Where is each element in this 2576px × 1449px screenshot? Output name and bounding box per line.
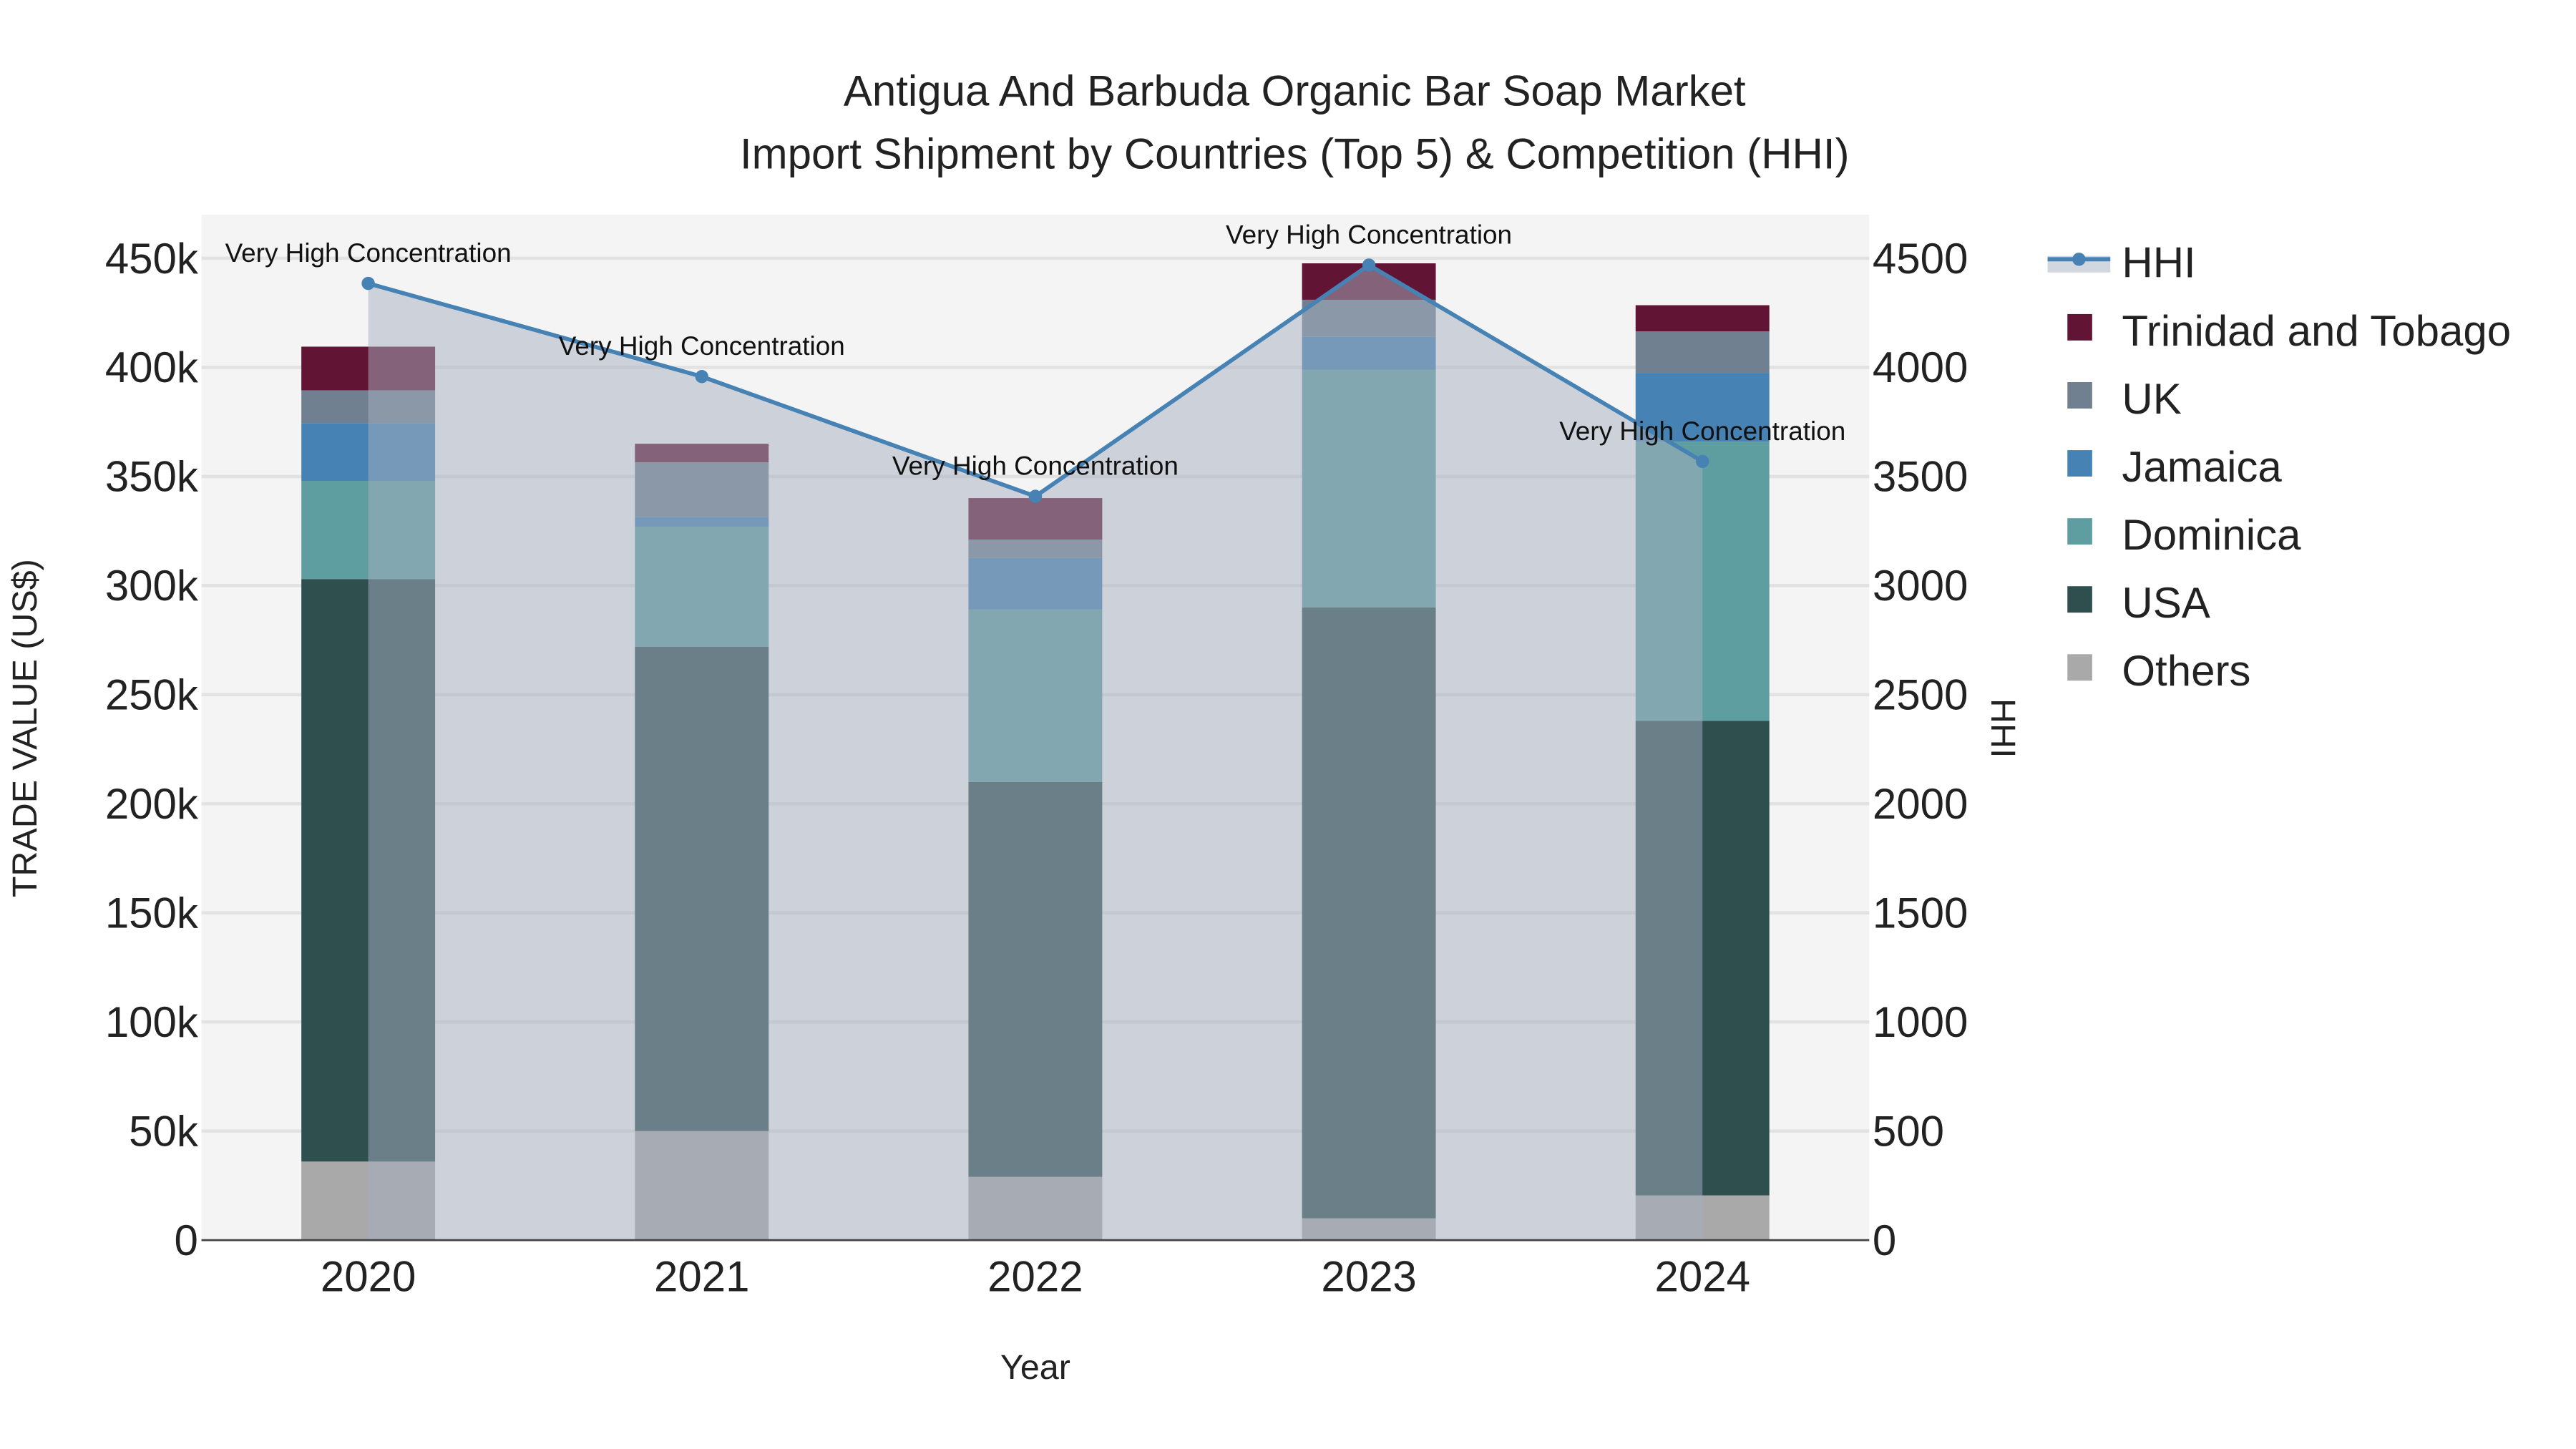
legend-label: USA [2122, 579, 2210, 627]
legend-swatch-uk [2067, 382, 2092, 409]
legend-label: UK [2122, 375, 2181, 423]
hhi-annotation: Very High Concentration [1226, 220, 1512, 249]
y2-tick-label: 4500 [1873, 235, 1968, 283]
hhi-point-2021 [695, 370, 708, 384]
y2-axis-title: HHI [1984, 698, 2022, 758]
chart-title-line2: Import Shipment by Countries (Top 5) & C… [740, 130, 1850, 177]
x-tick-label: 2022 [987, 1253, 1083, 1301]
y2-tick-label: 500 [1873, 1107, 1944, 1155]
legend-swatch-usa [2067, 586, 2092, 613]
hhi-point-2020 [361, 276, 375, 291]
x-tick-label: 2021 [654, 1253, 749, 1301]
legend-swatch-others [2067, 654, 2092, 681]
y-tick-label: 300k [105, 562, 199, 610]
hhi-annotation: Very High Concentration [559, 331, 845, 361]
chart-title-line1: Antigua And Barbuda Organic Bar Soap Mar… [844, 67, 1746, 115]
y-axis-title: TRADE VALUE (US$) [6, 559, 44, 897]
y2-tick-label: 4000 [1873, 343, 1968, 391]
y2-tick-label: 1000 [1873, 998, 1968, 1046]
hhi-annotation: Very High Concentration [1559, 416, 1845, 446]
bar-trinidad-and-tobago-2024 [1635, 305, 1770, 332]
legend-swatch-dominica [2067, 518, 2092, 545]
legend-label: Jamaica [2122, 443, 2282, 491]
x-tick-label: 2024 [1654, 1253, 1750, 1301]
y2-tick-label: 2000 [1873, 780, 1968, 828]
hhi-annotation: Very High Concentration [225, 238, 512, 268]
legend-swatch-trinidad-and-tobago [2067, 313, 2092, 341]
legend-label: Dominica [2122, 511, 2301, 559]
hhi-point-2024 [1696, 454, 1709, 469]
y-tick-label: 250k [105, 671, 199, 719]
legend-label: HHI [2122, 239, 2195, 287]
y-tick-label: 0 [175, 1216, 198, 1264]
chart: 0 50k 100k 150k 200k 250k 300k 350k 400k 450k 0 50… [0, 0, 2576, 1449]
y2-tick-label: 0 [1873, 1216, 1896, 1264]
y2-tick-label: 3000 [1873, 562, 1968, 610]
legend-label: Others [2122, 647, 2250, 695]
y2-tick-label: 3500 [1873, 453, 1968, 501]
bar-uk-2024 [1635, 331, 1770, 374]
y-tick-label: 200k [105, 780, 199, 828]
y2-tick-label: 2500 [1873, 671, 1968, 719]
hhi-annotation: Very High Concentration [892, 452, 1179, 481]
y-tick-label: 100k [105, 998, 199, 1046]
y-tick-label: 450k [105, 235, 199, 283]
y-tick-label: 150k [105, 889, 199, 937]
legend-label: Trinidad and Tobago [2122, 307, 2511, 355]
hhi-point-2022 [1028, 489, 1043, 503]
y-tick-label: 50k [129, 1107, 199, 1155]
x-tick-label: 2023 [1321, 1253, 1416, 1301]
y-tick-label: 350k [105, 453, 199, 501]
y2-tick-label: 1500 [1873, 889, 1968, 937]
legend-swatch-jamaica [2067, 450, 2092, 477]
x-axis-title: Year [1000, 1348, 1070, 1387]
y-tick-label: 400k [105, 343, 199, 391]
x-tick-label: 2020 [321, 1253, 416, 1301]
legend-hhi-marker-icon [2072, 253, 2086, 266]
hhi-point-2023 [1362, 258, 1376, 272]
